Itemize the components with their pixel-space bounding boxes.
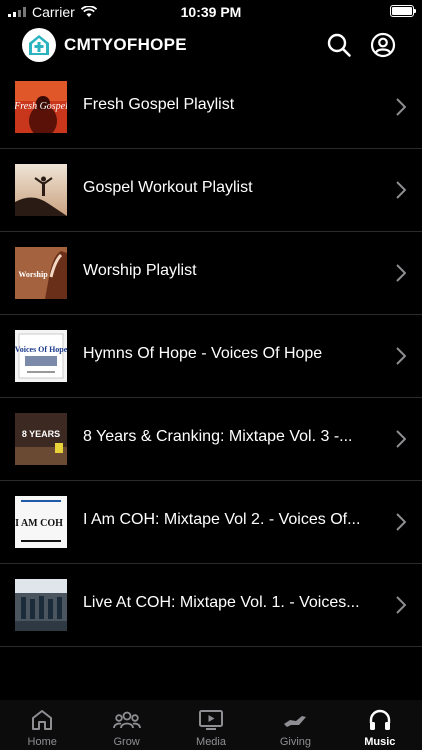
- tab-giving[interactable]: Giving: [253, 700, 337, 750]
- playlist-row[interactable]: Worship Worship Playlist: [0, 232, 422, 315]
- chevron-right-icon: [396, 347, 406, 365]
- group-icon: [112, 711, 141, 729]
- battery-icon: [390, 5, 416, 17]
- chevron-right-icon: [396, 596, 406, 614]
- playlist-thumbnail: [15, 579, 67, 631]
- thumb-text: Worship: [18, 270, 48, 279]
- tab-label: Giving: [279, 736, 312, 748]
- headphones-icon: [369, 709, 391, 730]
- status-time: 10:39 PM: [180, 4, 242, 20]
- tab-music[interactable]: Music: [338, 700, 422, 750]
- playlist-title: Hymns Of Hope - Voices Of Hope: [83, 345, 323, 362]
- chevron-right-icon: [396, 513, 406, 531]
- playlist-title: 8 Years & Cranking: Mixtape Vol. 3 -...: [83, 428, 353, 445]
- playlist-title: Worship Playlist: [83, 262, 197, 279]
- playlist-thumbnail: [15, 164, 67, 216]
- logo-house-icon: [29, 35, 49, 55]
- playlist-row[interactable]: Voices Of Hope Hymns Of Hope - Voices Of…: [0, 315, 422, 398]
- playlist-row[interactable]: 8 YEARS 8 Years & Cranking: Mixtape Vol.…: [0, 398, 422, 481]
- app-title: CMTYOFHOPE: [64, 35, 187, 54]
- thumb-text: 8 YEARS: [22, 429, 60, 439]
- thumb-text: Fresh Gospel: [15, 101, 67, 112]
- tab-bar: Home Grow Media Giving Music: [0, 700, 422, 750]
- playlist-title: I Am COH: Mixtape Vol 2. - Voices Of...: [83, 511, 361, 528]
- playlist-row[interactable]: Fresh Gospel Fresh Gospel Playlist: [0, 66, 422, 149]
- tab-label: Music: [364, 736, 396, 748]
- playlist-thumbnail: I AM COH: [15, 496, 67, 548]
- thumb-text: Voices Of Hope: [15, 345, 67, 354]
- playlist-thumbnail: Voices Of Hope: [15, 330, 67, 382]
- home-icon: [32, 710, 53, 730]
- playlist-row[interactable]: Live At COH: Mixtape Vol. 1. - Voices...: [0, 564, 422, 647]
- giving-hand-icon: [284, 716, 307, 727]
- app-logo[interactable]: [22, 28, 56, 62]
- playlist-title: Live At COH: Mixtape Vol. 1. - Voices...: [83, 594, 360, 611]
- playlist-thumbnail: Fresh Gospel: [15, 81, 67, 133]
- chevron-right-icon: [396, 181, 406, 199]
- tab-label: Grow: [113, 736, 140, 748]
- playlist-thumbnail: 8 YEARS: [15, 413, 67, 465]
- playlist-title: Gospel Workout Playlist: [83, 179, 253, 196]
- app-header: CMTYOFHOPE: [0, 24, 422, 66]
- tab-label: Media: [196, 736, 226, 748]
- playlist-list: Fresh Gospel Fresh Gospel Playlist Gospe…: [0, 66, 422, 647]
- playlist-title: Fresh Gospel Playlist: [83, 96, 235, 113]
- playlist-row[interactable]: Gospel Workout Playlist: [0, 149, 422, 232]
- chevron-right-icon: [396, 264, 406, 282]
- tab-label: Home: [27, 736, 57, 748]
- playlist-row[interactable]: I AM COH I Am COH: Mixtape Vol 2. - Voic…: [0, 481, 422, 564]
- play-screen-icon: [199, 710, 224, 730]
- tab-grow[interactable]: Grow: [84, 700, 168, 750]
- playlist-thumbnail: Worship: [15, 247, 67, 299]
- chevron-right-icon: [396, 430, 406, 448]
- chevron-right-icon: [396, 98, 406, 116]
- tab-home[interactable]: Home: [0, 700, 84, 750]
- account-icon[interactable]: [370, 32, 396, 58]
- search-icon[interactable]: [326, 32, 352, 58]
- tab-media[interactable]: Media: [169, 700, 253, 750]
- status-bar: Carrier 10:39 PM: [0, 0, 422, 24]
- thumb-text: I AM COH: [15, 518, 63, 529]
